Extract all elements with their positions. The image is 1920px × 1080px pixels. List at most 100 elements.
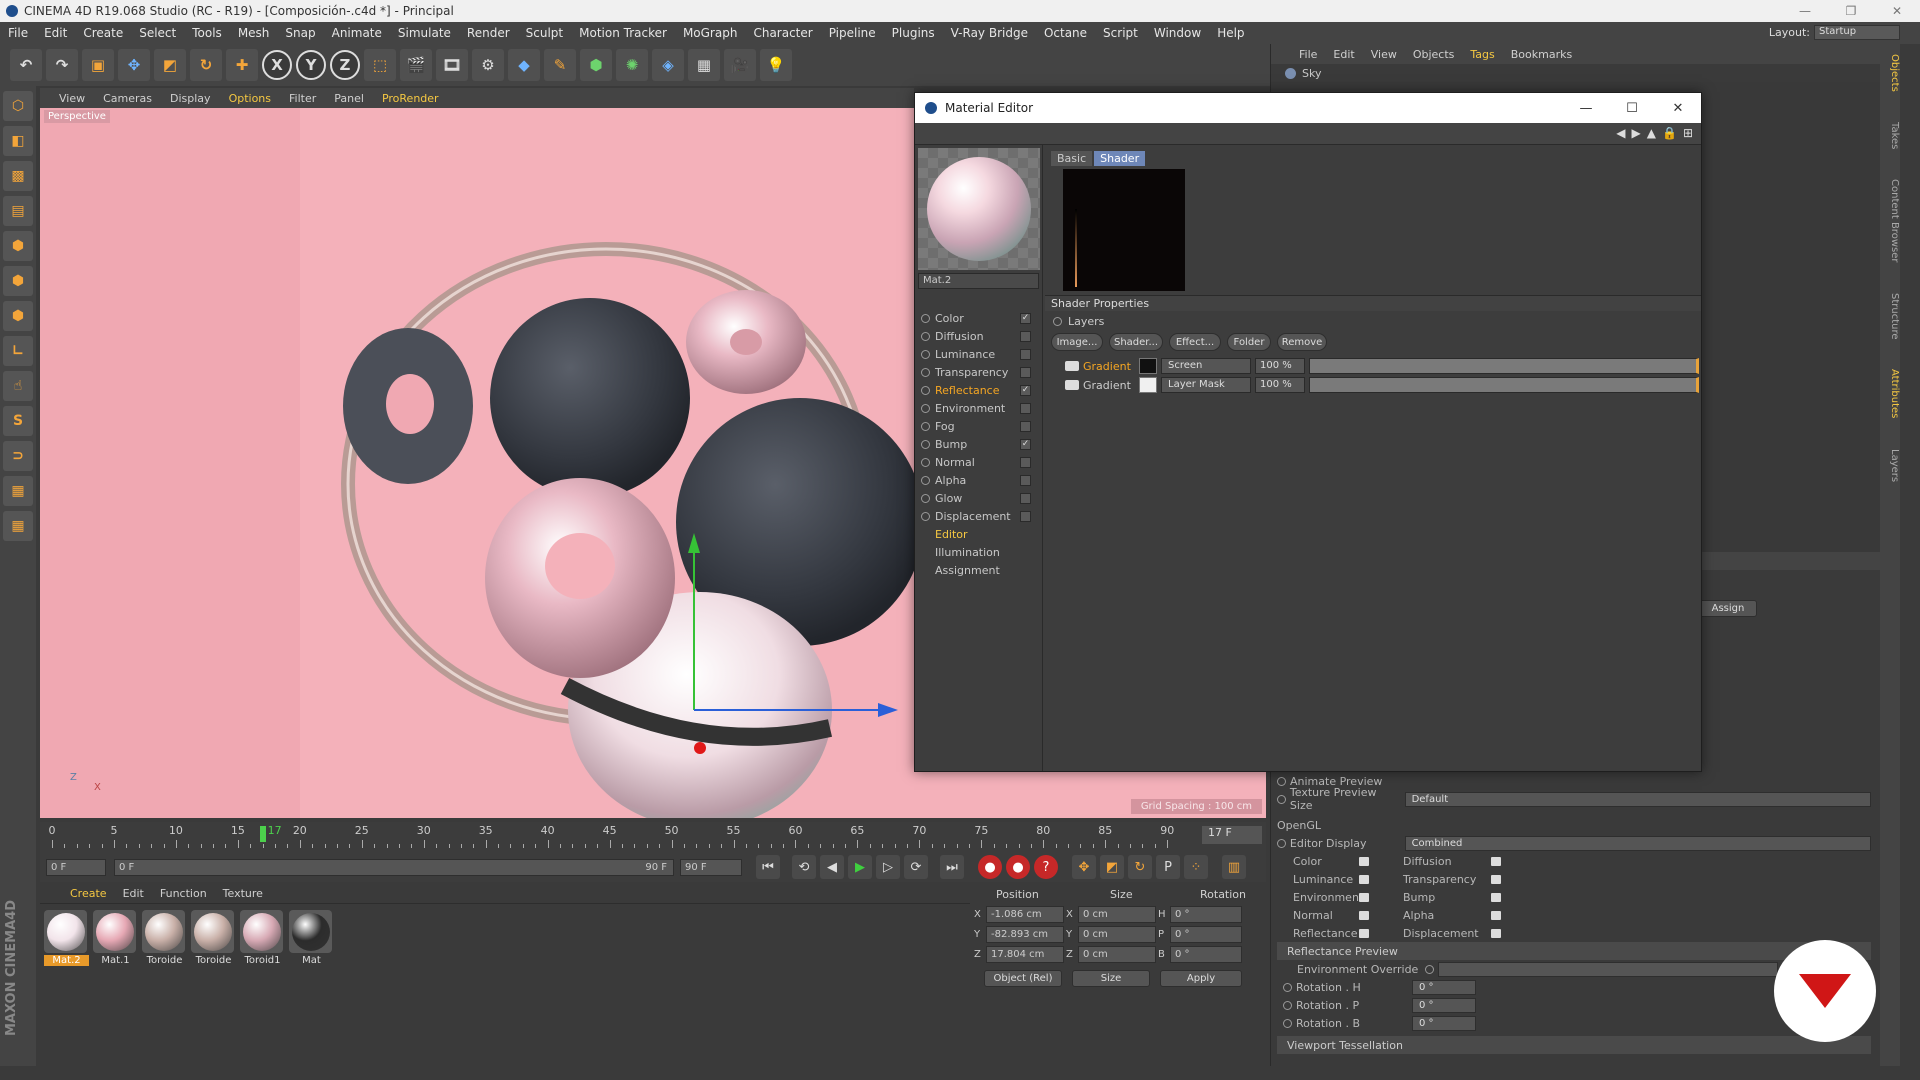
camera-icon[interactable]: 🎥 <box>724 49 756 81</box>
menu-edit[interactable]: Edit <box>36 26 75 40</box>
x-axis-lock-icon[interactable]: X <box>262 50 292 80</box>
channel-radio[interactable] <box>921 493 930 503</box>
rotation-b-field[interactable]: 0 ° <box>1412 1015 1476 1031</box>
viewport-menu-prorender[interactable]: ProRender <box>373 92 448 105</box>
layer-visibility-icon[interactable] <box>1065 361 1079 371</box>
current-frame-marker[interactable] <box>259 826 266 842</box>
tab-shader[interactable]: Shader <box>1094 151 1146 166</box>
tab-basic[interactable]: Basic <box>1051 151 1093 166</box>
rotation-p-field[interactable]: 0 ° <box>1412 997 1476 1013</box>
menu-simulate[interactable]: Simulate <box>390 26 459 40</box>
menu-pipeline[interactable]: Pipeline <box>821 26 884 40</box>
channel-color[interactable]: Color ✓ <box>915 309 1042 327</box>
menu-v-ray-bridge[interactable]: V-Ray Bridge <box>943 26 1036 40</box>
z-axis-lock-icon[interactable]: Z <box>330 50 360 80</box>
material-thumbnail[interactable]: Toroide <box>191 910 236 966</box>
subdivision-icon[interactable]: ⬢ <box>580 49 612 81</box>
current-frame-field[interactable]: 17 F <box>1202 826 1262 844</box>
viewport-menu-panel[interactable]: Panel <box>325 92 373 105</box>
coordinate-system-icon[interactable]: ⬚ <box>364 49 396 81</box>
edges-mode-icon[interactable]: ⬢ <box>3 266 33 296</box>
channel-fog[interactable]: Fog <box>915 417 1042 435</box>
magnet-icon[interactable]: ⊃ <box>3 441 33 471</box>
channel-checkbox[interactable]: ✓ <box>1020 312 1031 324</box>
object-sky[interactable]: Sky <box>1271 64 1900 82</box>
editor-channel-checkbox[interactable] <box>1491 856 1501 866</box>
channel-checkbox[interactable] <box>1020 330 1031 342</box>
side-tab-attributes[interactable]: Attributes <box>1880 369 1900 418</box>
material-menu-function[interactable]: Function <box>152 887 215 900</box>
material-thumbnail[interactable]: Mat <box>289 910 334 966</box>
editor-channel-checkbox[interactable] <box>1491 928 1501 938</box>
object-menu-tags[interactable]: Tags <box>1462 48 1502 61</box>
layer-blend-mode-dropdown[interactable]: Screen <box>1161 358 1251 374</box>
rotation-b-radio[interactable] <box>1283 1018 1292 1028</box>
keyframe-selection-icon[interactable]: ? <box>1034 855 1058 879</box>
rotate-icon[interactable]: ↻ <box>190 49 222 81</box>
timeline-ruler[interactable]: 0 5 10 15 20 25 30 35 40 45 50 55 60 65 70 75 80 85 90 17 <box>49 824 1192 850</box>
size-field[interactable]: 0 cm <box>1078 925 1156 943</box>
rotation-h-radio[interactable] <box>1283 982 1292 992</box>
shader-layer-row[interactable]: Gradient Layer Mask 100 % <box>1065 376 1699 394</box>
material-preview[interactable] <box>918 148 1040 270</box>
menu-mesh[interactable]: Mesh <box>230 26 278 40</box>
layer-opacity-field[interactable]: 100 % <box>1255 358 1305 374</box>
channel-radio[interactable] <box>921 511 930 521</box>
material-thumbnail[interactable]: Mat.2 <box>44 910 89 966</box>
go-to-end-icon[interactable]: ⏭ <box>940 855 964 879</box>
axis-mode-icon[interactable]: ∟ <box>3 336 33 366</box>
object-menu-view[interactable]: View <box>1363 48 1405 61</box>
previous-key-icon[interactable]: ⟲ <box>792 855 816 879</box>
previous-frame-icon[interactable]: ◀ <box>820 855 844 879</box>
channel-radio[interactable] <box>921 367 930 377</box>
channel-radio[interactable] <box>921 349 930 359</box>
channel-transparency[interactable]: Transparency <box>915 363 1042 381</box>
workplane-lock-icon[interactable]: ▦ <box>3 476 33 506</box>
scale-icon[interactable]: ◩ <box>154 49 186 81</box>
up-arrow-icon[interactable]: ▲ <box>1647 126 1656 140</box>
end-frame-field[interactable]: 90 F <box>680 858 742 876</box>
y-axis-lock-icon[interactable]: Y <box>296 50 326 80</box>
cloner-icon[interactable]: ✺ <box>616 49 648 81</box>
menu-motion-tracker[interactable]: Motion Tracker <box>571 26 675 40</box>
rotation-field[interactable]: 0 ° <box>1170 925 1242 943</box>
position-field[interactable]: -82.893 cm <box>986 925 1064 943</box>
render-picture-viewer-icon[interactable]: 🎞 <box>436 49 468 81</box>
editor-channel-checkbox[interactable] <box>1359 856 1369 866</box>
channel-checkbox[interactable] <box>1020 492 1031 504</box>
start-frame-field[interactable]: 0 F <box>46 858 106 876</box>
editor-channel-checkbox[interactable] <box>1491 892 1501 902</box>
layer-opacity-slider[interactable] <box>1309 358 1699 374</box>
editor-channel-checkbox[interactable] <box>1491 874 1501 884</box>
key-position-icon[interactable]: ✥ <box>1072 855 1096 879</box>
editor-channel-checkbox[interactable] <box>1359 874 1369 884</box>
record-icon[interactable]: ● <box>978 855 1002 879</box>
channel-checkbox[interactable] <box>1020 348 1031 360</box>
viewport-menu-filter[interactable]: Filter <box>280 92 325 105</box>
transform-icon[interactable]: ✚ <box>226 49 258 81</box>
restore-button[interactable]: ❐ <box>1828 0 1874 22</box>
coordinate-mode-dropdown[interactable]: Object (Rel) <box>984 970 1062 987</box>
lock-icon[interactable]: 🔒 <box>1662 126 1677 140</box>
material-thumbnail[interactable]: Toroid1 <box>240 910 285 966</box>
autokey-icon[interactable]: ● <box>1006 855 1030 879</box>
menu-mograph[interactable]: MoGraph <box>675 26 746 40</box>
layer-name[interactable]: Gradient <box>1083 379 1135 392</box>
channel-glow[interactable]: Glow <box>915 489 1042 507</box>
size-field[interactable]: 0 cm <box>1078 905 1156 923</box>
menu-script[interactable]: Script <box>1095 26 1146 40</box>
position-field[interactable]: -1.086 cm <box>986 905 1064 923</box>
menu-create[interactable]: Create <box>75 26 131 40</box>
move-icon[interactable]: ✥ <box>118 49 150 81</box>
position-field[interactable]: 17.804 cm <box>986 945 1064 963</box>
channel-reflectance[interactable]: Reflectance ✓ <box>915 381 1042 399</box>
object-menu-file[interactable]: File <box>1291 48 1325 61</box>
snap-icon[interactable]: S <box>3 406 33 436</box>
layer-blend-mode-dropdown[interactable]: Layer Mask <box>1161 377 1251 393</box>
menu-plugins[interactable]: Plugins <box>884 26 943 40</box>
texture-preview-size-radio[interactable] <box>1277 794 1286 804</box>
menu-help[interactable]: Help <box>1209 26 1252 40</box>
size-mode-dropdown[interactable]: Size <box>1072 970 1150 987</box>
minimize-button[interactable]: — <box>1782 0 1828 22</box>
apply-button[interactable]: Apply <box>1160 970 1242 987</box>
